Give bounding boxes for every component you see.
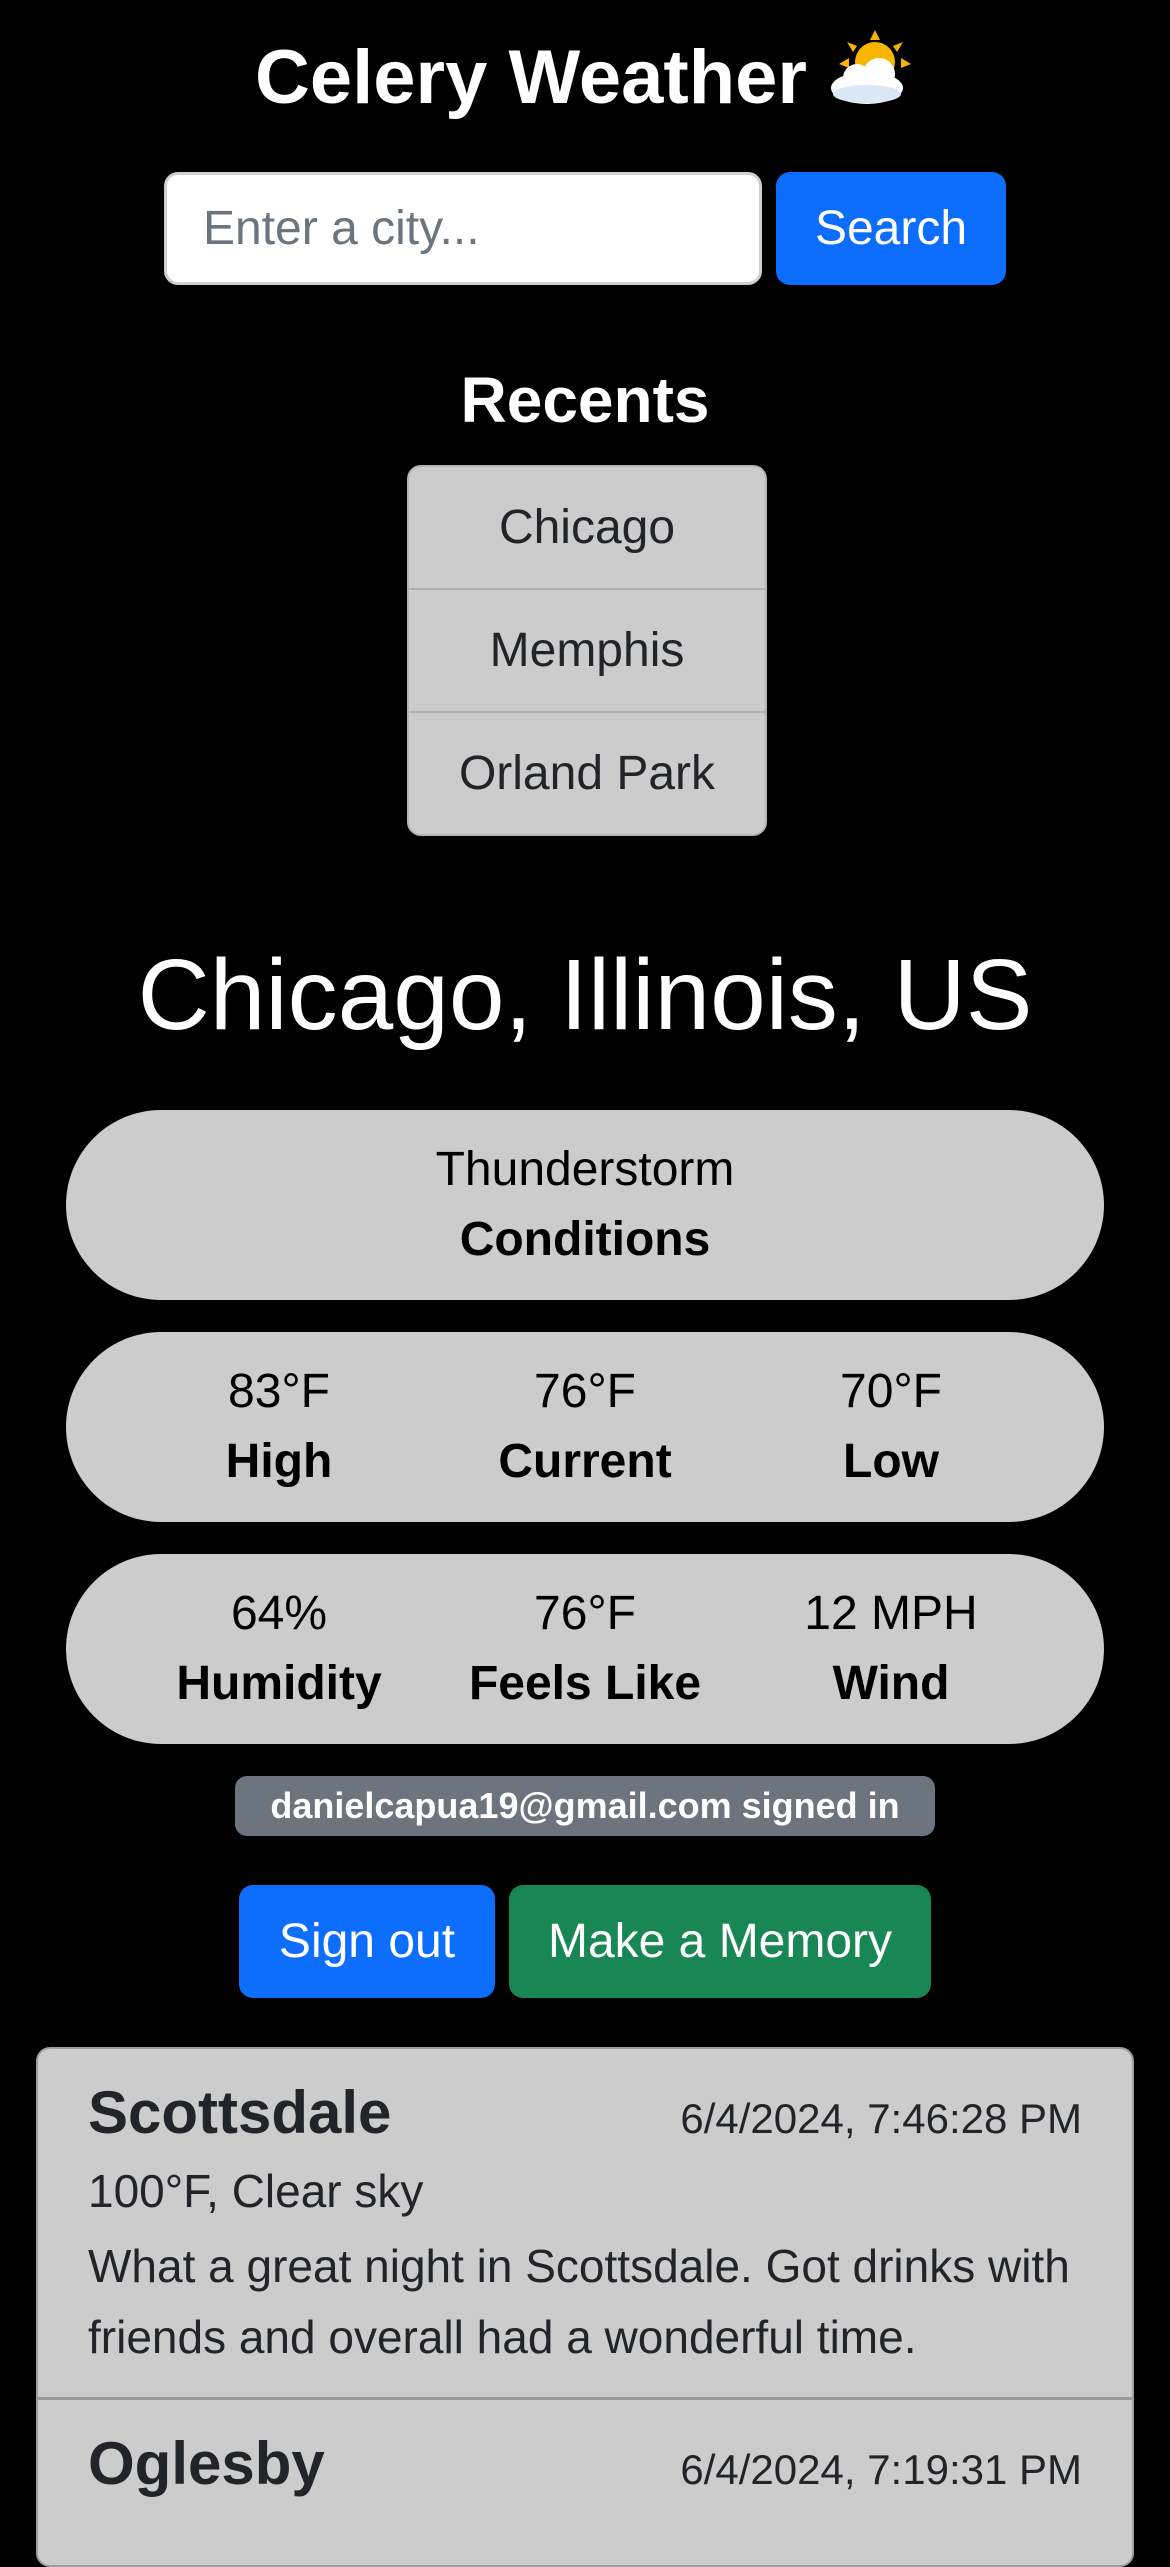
memory-datetime: 6/4/2024, 7:46:28 PM [680,2095,1082,2142]
memory-city: Scottsdale [88,2079,392,2146]
high-label: High [225,1435,333,1488]
recent-item-orland-park[interactable]: Orland Park [409,711,765,834]
search-button[interactable]: Search [776,172,1006,285]
conditions-value: Thunderstorm [435,1143,735,1196]
memory-datetime: 6/4/2024, 7:19:31 PM [680,2446,1082,2493]
memory-city: Oglesby [88,2430,325,2497]
high-stat: 83°F High [129,1357,429,1497]
temperature-card: 83°F High 76°F Current 70°F Low [66,1332,1104,1522]
recent-item-chicago[interactable]: Chicago [409,467,765,588]
current-value: 76°F [534,1365,636,1418]
memories-list: Scottsdale 6/4/2024, 7:46:28 PM 100°F, C… [36,2047,1134,2567]
memory-header: Oglesby 6/4/2024, 7:19:31 PM [88,2428,1082,2500]
sign-out-button[interactable]: Sign out [239,1885,495,1998]
recents-heading: Recents [460,364,710,436]
app-title: Celery Weather [255,35,807,120]
search-bar: Search [164,172,1006,285]
account-actions: Sign out Make a Memory [239,1885,931,1998]
memory-text: What a great night in Scottsdale. Got dr… [88,2240,1070,2363]
memory-item[interactable]: Scottsdale 6/4/2024, 7:46:28 PM 100°F, C… [38,2049,1132,2397]
wind-value: 12 MPH [804,1587,978,1640]
low-stat: 70°F Low [741,1357,1041,1497]
details-card: 64% Humidity 76°F Feels Like 12 MPH Wind [66,1554,1104,1744]
wind-stat: 12 MPH Wind [741,1579,1041,1719]
current-label: Current [498,1435,672,1488]
feels-like-value: 76°F [534,1587,636,1640]
conditions-stat: Thunderstorm Conditions [285,1135,885,1275]
app-screen: Celery Weather Enter a city... Search Re… [0,0,1170,2567]
low-value: 70°F [840,1365,942,1418]
humidity-value: 64% [230,1587,328,1640]
feels-like-stat: 76°F Feels Like [435,1579,735,1719]
feels-like-label: Feels Like [468,1657,702,1710]
high-value: 83°F [228,1365,330,1418]
humidity-label: Humidity [176,1657,382,1710]
wind-label: Wind [832,1657,950,1710]
signed-in-badge: danielcapua19@gmail.com signed in [235,1776,935,1836]
make-memory-button[interactable]: Make a Memory [509,1885,931,1998]
sun-behind-cloud-icon [825,28,915,137]
current-stat: 76°F Current [435,1357,735,1497]
recent-item-memphis[interactable]: Memphis [409,588,765,711]
memory-header: Scottsdale 6/4/2024, 7:46:28 PM [88,2077,1082,2149]
city-search-input[interactable] [164,172,762,285]
app-title-bar: Celery Weather [0,28,1170,137]
location-title: Chicago, Illinois, US [137,939,1033,1051]
recents-list: Chicago Memphis Orland Park [407,465,767,836]
memory-item[interactable]: Oglesby 6/4/2024, 7:19:31 PM [38,2397,1132,2524]
humidity-stat: 64% Humidity [129,1579,429,1719]
memory-weather: 100°F, Clear sky [88,2165,424,2217]
low-label: Low [843,1435,939,1488]
conditions-card: Thunderstorm Conditions [66,1110,1104,1300]
conditions-label: Conditions [459,1213,711,1266]
